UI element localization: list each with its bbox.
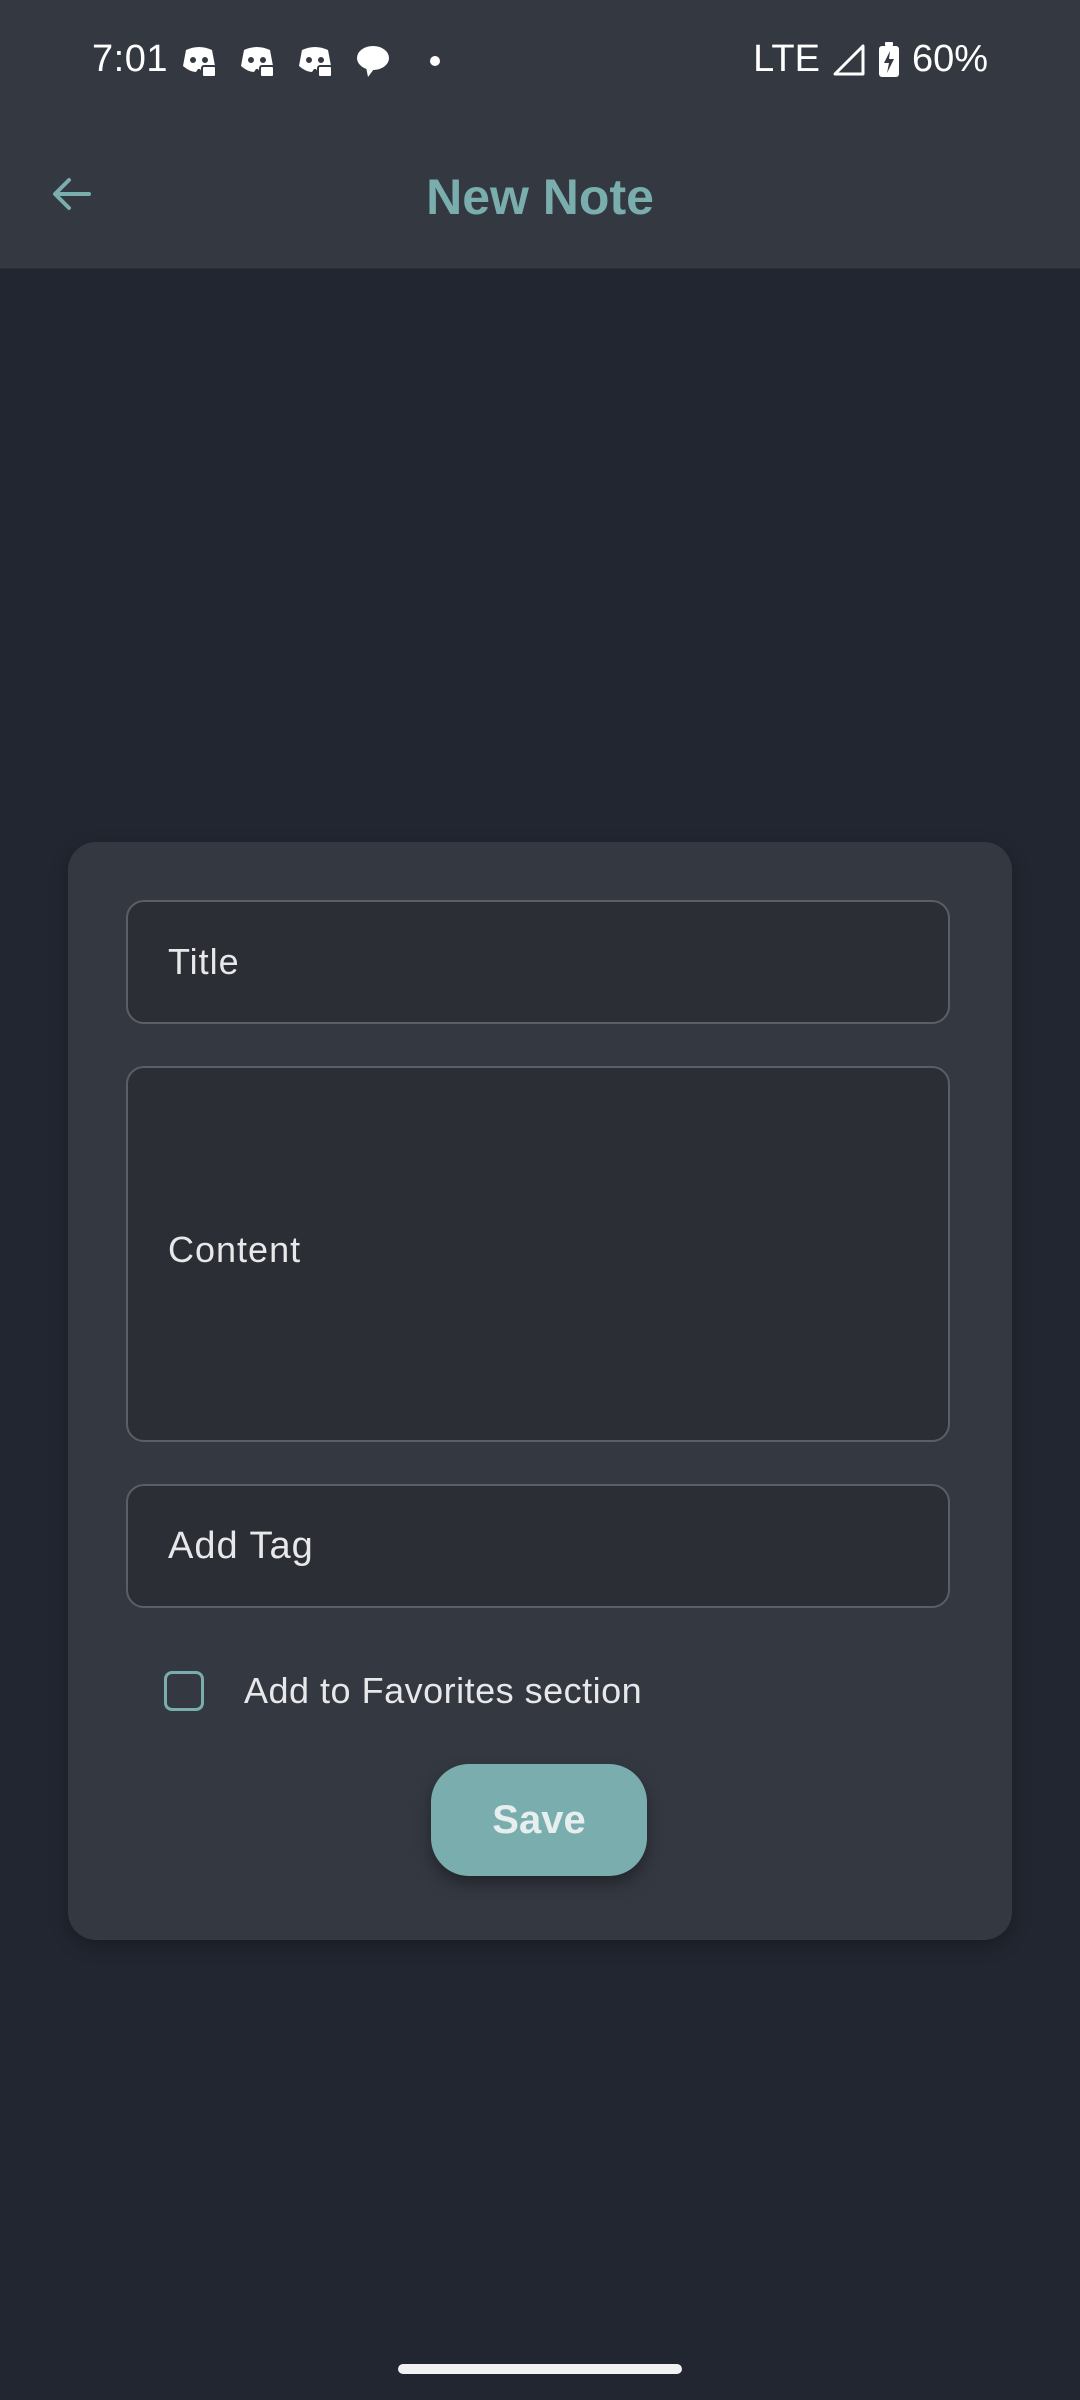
- battery-charging-icon: [878, 41, 899, 77]
- tag-field-container: [126, 1484, 950, 1608]
- favorites-checkbox[interactable]: [164, 1671, 204, 1711]
- app-bar: New Note: [0, 120, 1080, 269]
- notification-dot-icon: [430, 56, 440, 66]
- page-title: New Note: [426, 169, 654, 225]
- favorites-row[interactable]: Add to Favorites section: [164, 1670, 642, 1712]
- save-button[interactable]: Save: [431, 1764, 647, 1876]
- status-time: 7:01: [92, 38, 168, 80]
- battery-percent: 60%: [911, 38, 988, 80]
- signal-icon: [833, 44, 865, 75]
- tag-input[interactable]: [128, 1486, 948, 1606]
- discord-icon: [241, 47, 275, 78]
- content-input[interactable]: [128, 1068, 948, 1440]
- chat-bubble-icon: [357, 46, 389, 77]
- favorites-label: Add to Favorites section: [244, 1670, 643, 1711]
- discord-icon: [299, 47, 333, 78]
- home-indicator[interactable]: [398, 2364, 682, 2374]
- status-bar: 7:01 LTE 60%: [0, 0, 1080, 120]
- discord-icon: [183, 47, 217, 78]
- notification-icons: [180, 44, 440, 78]
- title-field-container: [126, 900, 950, 1024]
- title-input[interactable]: [128, 902, 948, 1022]
- status-right: LTE 60%: [753, 38, 988, 81]
- note-form-card: Add to Favorites section Save: [68, 842, 1012, 1940]
- network-type: LTE: [753, 38, 820, 80]
- content-field-container: [126, 1066, 950, 1442]
